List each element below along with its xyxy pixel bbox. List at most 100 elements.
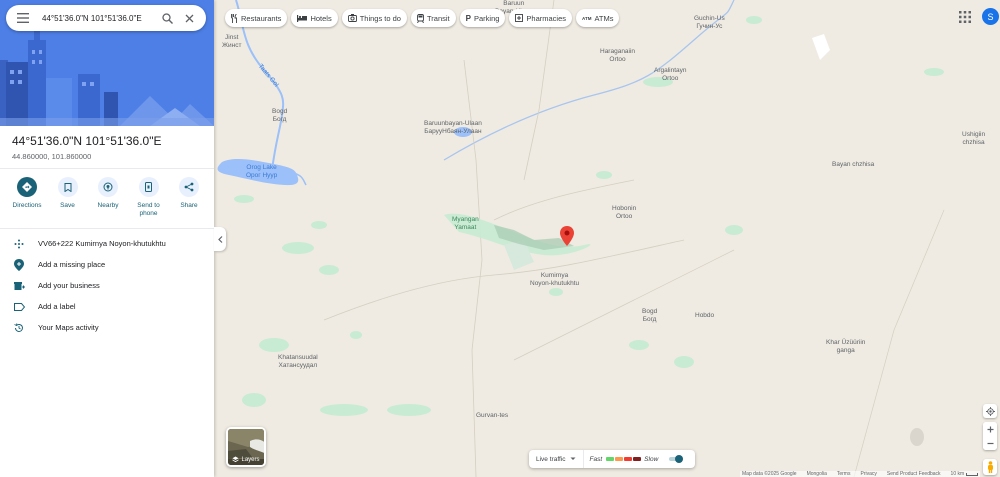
chip-pharmacies[interactable]: Pharmacies — [509, 9, 573, 27]
business-icon — [12, 279, 26, 293]
pharmacy-icon — [515, 14, 524, 22]
chip-things-to-do[interactable]: Things to do — [341, 9, 407, 27]
scale-label: 10 km — [950, 471, 965, 477]
action-label: Send to phone — [137, 202, 160, 218]
map-canvas[interactable]: BaruunBayan-Ulaan Guchin-UsГучин-Ус Jins… — [214, 0, 1000, 477]
info-text: Add a missing place — [38, 260, 106, 269]
chip-label: Pharmacies — [526, 13, 567, 23]
chip-label: ATMs — [594, 13, 614, 23]
traffic-fast-label: Fast — [589, 455, 603, 463]
info-text: Add your business — [38, 281, 100, 290]
add-label-row[interactable]: Add a label — [0, 296, 214, 317]
place-label[interactable]: Baruunbayan-Ulaan БарууНбаян-Улаан — [424, 120, 482, 136]
feedback-link[interactable]: Send Product Feedback — [887, 471, 941, 477]
label-icon — [12, 300, 26, 314]
close-icon[interactable] — [178, 5, 200, 31]
minus-icon — [987, 442, 993, 444]
chip-restaurants[interactable]: Restaurants — [225, 9, 288, 27]
map-terrain — [217, 0, 945, 477]
plus-code-icon — [12, 237, 26, 251]
chevron-down-icon — [570, 457, 576, 460]
place-label[interactable]: Hobonin Ortoo — [612, 205, 636, 221]
menu-icon[interactable] — [10, 5, 36, 31]
chevron-left-icon — [217, 235, 222, 243]
zoom-in-button[interactable] — [983, 422, 997, 436]
privacy-link[interactable]: Privacy — [860, 471, 876, 477]
chip-label: Parking — [473, 13, 500, 23]
info-text: Your Maps activity — [38, 323, 99, 332]
share-button[interactable]: Share — [170, 177, 208, 219]
scale-bar[interactable]: 10 km — [951, 471, 979, 477]
apps-grid-icon[interactable] — [958, 10, 972, 24]
place-label[interactable]: Khatansuudal Хатансуудал — [278, 354, 318, 370]
traffic-legend: Fast Slow — [584, 456, 659, 463]
search-box[interactable]: 44°51'36.0"N 101°51'36.0"E — [6, 5, 206, 31]
place-label[interactable]: Ushigiin chzhisa — [962, 131, 985, 147]
place-label[interactable]: Guchin-Us Гучин-Ус — [694, 15, 725, 31]
place-label[interactable]: Jinst Жинст — [222, 34, 241, 50]
search-input[interactable]: 44°51'36.0"N 101°51'36.0"E — [36, 14, 156, 23]
chip-parking[interactable]: P Parking — [459, 9, 506, 27]
place-panel: 44°51'36.0"N 101°51'36.0"E 44°51'36.0"N … — [0, 0, 214, 477]
traffic-medium-swatch — [615, 457, 624, 461]
directions-button[interactable]: Directions — [8, 177, 46, 219]
phone-icon — [138, 177, 159, 197]
place-label[interactable]: Haraganaiin Ortoo — [600, 48, 635, 64]
plus-code-row[interactable]: VV66+222 Kumirnya Noyon-khutukhtu — [0, 233, 214, 254]
add-place-icon — [12, 258, 26, 272]
lake-label[interactable]: Orog Lake Орог Нуур — [246, 164, 277, 180]
place-label[interactable]: Khar Üzüüriin ganga — [826, 339, 865, 355]
region-link[interactable]: Mongolia — [807, 471, 827, 477]
chip-hotels[interactable]: Hotels — [291, 9, 338, 27]
avatar[interactable]: S — [982, 8, 999, 25]
street-view-pegman[interactable] — [983, 459, 997, 475]
share-icon — [179, 177, 199, 197]
action-label: Share — [180, 202, 198, 209]
save-button[interactable]: Save — [49, 177, 87, 219]
transit-icon — [417, 13, 424, 23]
zoom-out-button[interactable] — [983, 436, 997, 450]
hotel-icon — [297, 14, 308, 22]
traffic-slow-swatch — [624, 457, 633, 461]
atm-icon: ATM — [582, 15, 592, 21]
map-footer: Map data ©2025 Google Mongolia Terms Pri… — [740, 471, 981, 477]
search-icon[interactable] — [156, 5, 178, 31]
place-label[interactable]: Myangan Yamaat — [452, 216, 479, 232]
action-label: Save — [60, 202, 75, 209]
nearby-button[interactable]: Nearby — [89, 177, 127, 219]
place-label[interactable]: Gurvan-tes — [476, 412, 508, 420]
place-label[interactable]: Kumirnya Noyon-khutukhtu — [530, 272, 579, 288]
place-label[interactable]: Argalintayn Ortoo — [654, 67, 687, 83]
send-to-phone-button[interactable]: Send to phone — [130, 177, 168, 219]
camera-icon — [347, 14, 357, 22]
action-label: Nearby — [97, 202, 119, 209]
layers-button[interactable]: Layers — [226, 427, 266, 467]
my-location-button[interactable] — [983, 404, 997, 418]
traffic-slow-label: Slow — [644, 455, 659, 463]
chip-label: Hotels — [310, 13, 332, 23]
live-traffic-dropdown[interactable]: Live traffic — [529, 450, 584, 468]
plus-icon — [987, 426, 993, 432]
action-bar: Directions Save Nearby Send to phone Sha… — [8, 177, 208, 219]
place-label[interactable]: Hobdo — [695, 312, 714, 320]
add-missing-place-row[interactable]: Add a missing place — [0, 254, 214, 275]
nearby-icon — [98, 177, 118, 197]
collapse-panel-button[interactable] — [214, 227, 226, 251]
place-label[interactable]: Bogd Богд — [642, 308, 657, 324]
chip-atms[interactable]: ATM ATMs — [576, 9, 620, 27]
chip-label: Transit — [426, 13, 450, 23]
terms-link[interactable]: Terms — [837, 471, 851, 477]
place-label[interactable]: Bogd Богд — [272, 108, 287, 124]
place-label[interactable]: Bayan chzhisa — [832, 161, 874, 169]
map-controls — [983, 404, 997, 475]
traffic-fast-swatch — [606, 457, 615, 461]
my-location-icon — [985, 406, 995, 416]
layers-label-row: Layers — [228, 456, 264, 463]
add-business-row[interactable]: Add your business — [0, 275, 214, 296]
layers-icon — [232, 456, 240, 463]
chip-transit[interactable]: Transit — [410, 9, 456, 27]
maps-activity-row[interactable]: Your Maps activity — [0, 317, 214, 338]
location-pin-icon[interactable] — [560, 226, 574, 246]
history-icon — [12, 321, 26, 335]
traffic-toggle[interactable] — [668, 454, 684, 464]
